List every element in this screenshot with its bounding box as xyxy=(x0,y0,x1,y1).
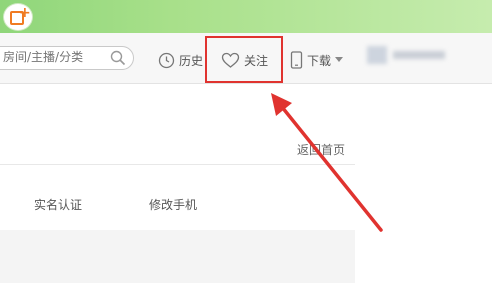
download-label: 下载 xyxy=(307,53,332,68)
logo-plus-icon: + xyxy=(19,5,31,21)
caret-down-icon xyxy=(335,57,344,62)
search-input[interactable] xyxy=(3,50,99,64)
divider xyxy=(0,164,355,165)
search-box[interactable] xyxy=(0,46,134,70)
username-blurred xyxy=(393,51,445,59)
history-button[interactable]: 历史 xyxy=(158,50,203,70)
history-label: 历史 xyxy=(179,53,204,68)
tab-realname-auth[interactable]: 实名认证 xyxy=(34,196,82,213)
top-bar: + xyxy=(0,0,492,33)
highlight-box xyxy=(205,36,283,83)
phone-icon xyxy=(290,51,303,69)
clock-icon xyxy=(158,52,175,68)
avatar xyxy=(367,46,387,64)
back-home-link[interactable]: 返回首页 xyxy=(297,141,345,158)
search-icon[interactable] xyxy=(110,50,126,66)
user-avatar-blurred[interactable] xyxy=(367,46,447,64)
tab-change-phone[interactable]: 修改手机 xyxy=(149,196,197,213)
download-button[interactable]: 下载 xyxy=(290,50,344,70)
content-panel: 返回首页 实名认证 修改手机 xyxy=(0,84,355,283)
content-area xyxy=(0,230,355,283)
app-logo[interactable]: + xyxy=(4,4,32,30)
